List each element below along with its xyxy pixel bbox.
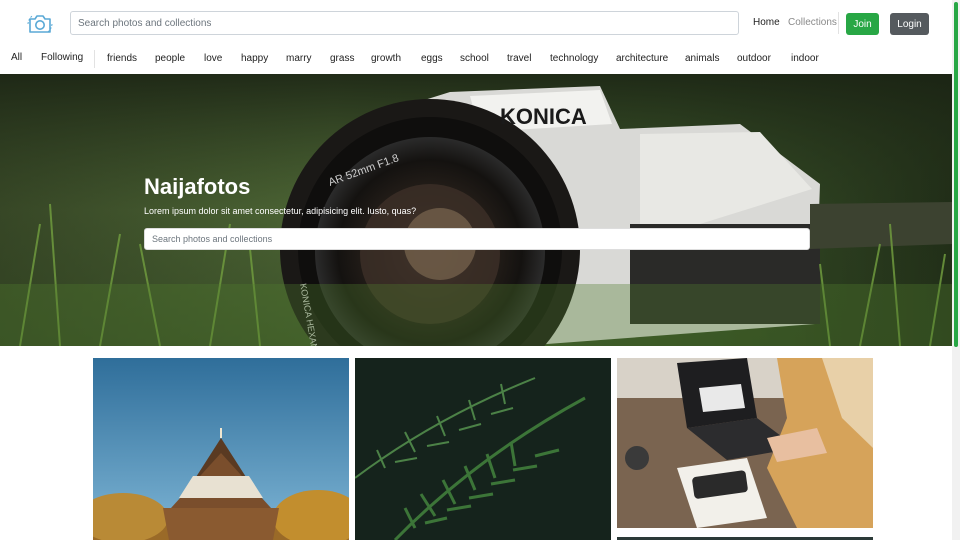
camera-brand-text: KONICA bbox=[500, 104, 587, 129]
scrollbar-thumb[interactable] bbox=[954, 2, 958, 347]
category-growth[interactable]: growth bbox=[371, 53, 401, 64]
category-divider bbox=[94, 50, 95, 68]
category-outdoor[interactable]: outdoor bbox=[737, 53, 771, 64]
hero-banner: KONICA AR 52mm F1.8 KONICA HEXANON Naija… bbox=[0, 74, 952, 346]
category-school[interactable]: school bbox=[460, 53, 489, 64]
join-button[interactable]: Join bbox=[846, 13, 879, 35]
gallery-photo-temple[interactable] bbox=[93, 358, 349, 540]
nav-home-link[interactable]: Home bbox=[753, 17, 780, 28]
category-happy[interactable]: happy bbox=[241, 53, 268, 64]
category-friends[interactable]: friends bbox=[107, 53, 137, 64]
category-marry[interactable]: marry bbox=[286, 53, 312, 64]
category-indoor[interactable]: indoor bbox=[791, 53, 819, 64]
category-following[interactable]: Following bbox=[41, 52, 83, 63]
category-animals[interactable]: animals bbox=[685, 53, 719, 64]
category-people[interactable]: people bbox=[155, 53, 185, 64]
nav-collections-link[interactable]: Collections bbox=[788, 17, 837, 28]
hero-title: Naijafotos bbox=[144, 174, 251, 199]
laptop-image bbox=[617, 358, 873, 528]
login-button[interactable]: Login bbox=[890, 13, 929, 35]
hero-subtitle: Lorem ipsum dolor sit amet consectetur, … bbox=[144, 206, 417, 216]
fern-image bbox=[355, 358, 611, 540]
gallery-photo-laptop[interactable] bbox=[617, 358, 873, 528]
gallery-photo-fern[interactable] bbox=[355, 358, 611, 540]
category-travel[interactable]: travel bbox=[507, 53, 531, 64]
hero-camera-image: KONICA AR 52mm F1.8 KONICA HEXANON bbox=[0, 74, 952, 346]
category-all[interactable]: All bbox=[11, 52, 22, 63]
category-grass[interactable]: grass bbox=[330, 53, 354, 64]
category-technology[interactable]: technology bbox=[550, 53, 598, 64]
temple-image bbox=[93, 358, 349, 540]
category-love[interactable]: love bbox=[204, 53, 222, 64]
category-eggs[interactable]: eggs bbox=[421, 53, 443, 64]
search-input[interactable] bbox=[70, 11, 739, 35]
category-bar: All Following friends people love happy … bbox=[0, 46, 952, 72]
nav-divider bbox=[838, 12, 839, 34]
camera-icon[interactable] bbox=[26, 12, 54, 36]
hero-search-input[interactable] bbox=[144, 228, 810, 250]
category-architecture[interactable]: architecture bbox=[616, 53, 668, 64]
top-navbar: Home Collections Join Login bbox=[0, 0, 952, 46]
page-scrollbar[interactable] bbox=[952, 0, 960, 540]
